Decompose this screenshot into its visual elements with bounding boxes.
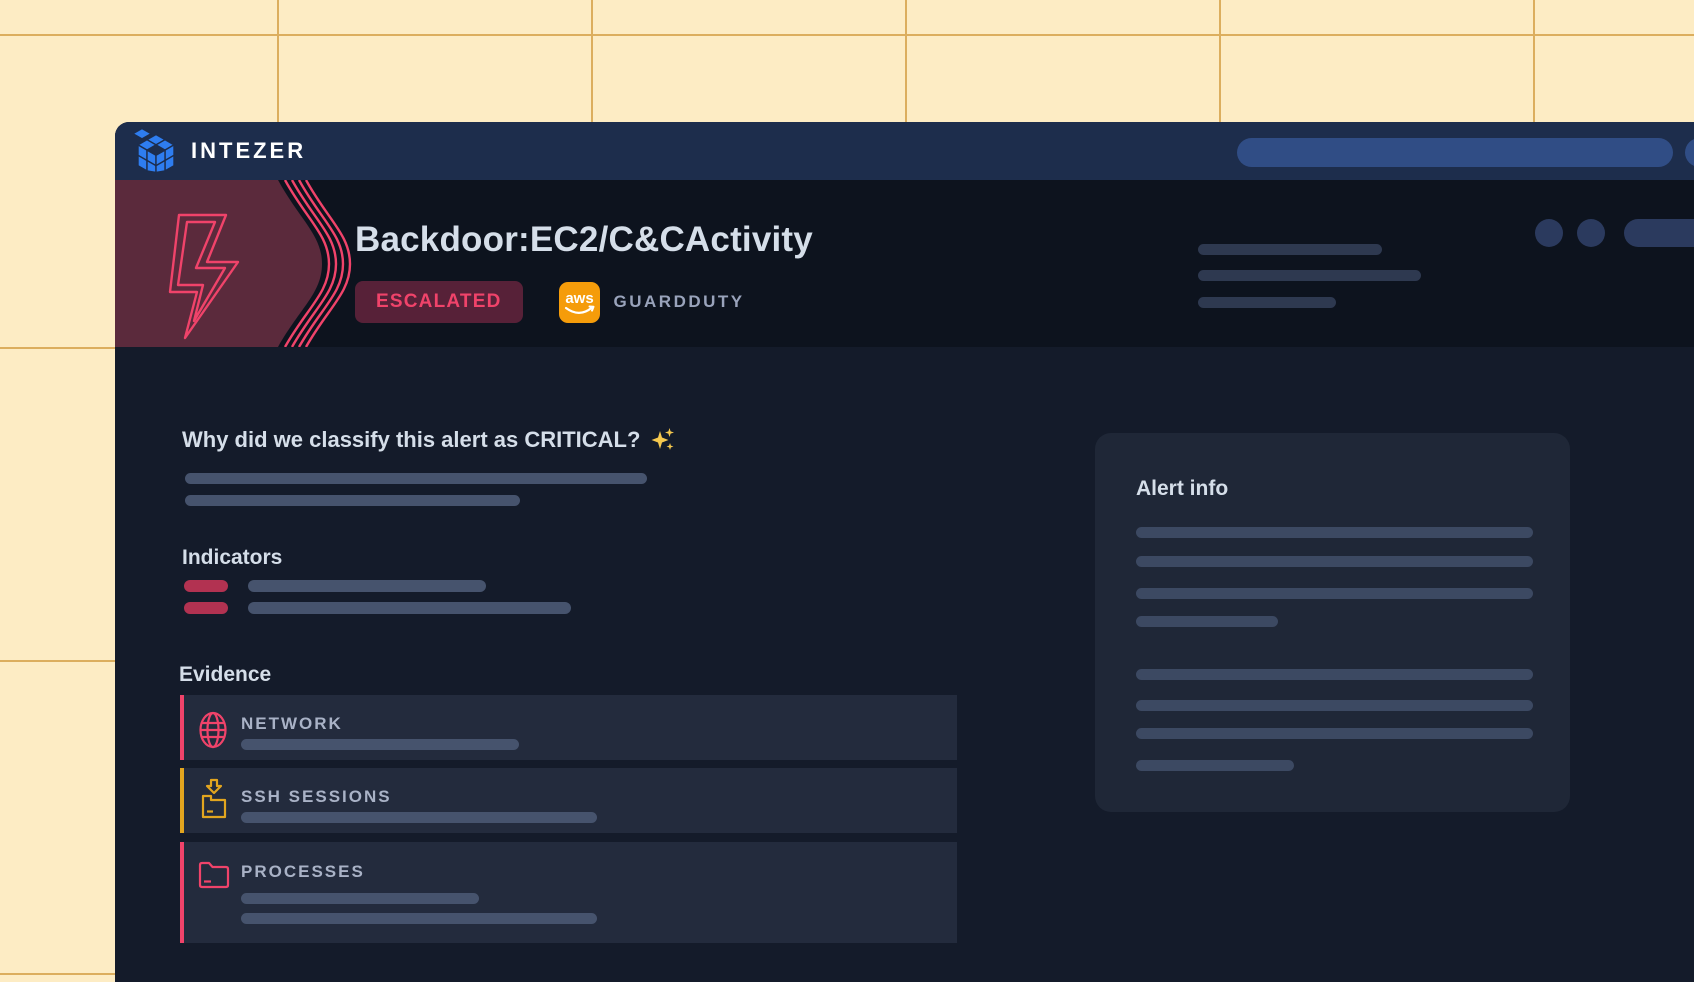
skeleton-bar bbox=[1198, 297, 1336, 308]
alert-header: Backdoor:EC2/C&CActivity ESCALATED aws G… bbox=[115, 180, 1694, 347]
indicator-severity-pill bbox=[184, 602, 228, 614]
skeleton-bar bbox=[1136, 669, 1533, 680]
skeleton-bar bbox=[1136, 527, 1533, 538]
evidence-row-processes[interactable]: PROCESSES bbox=[180, 842, 957, 943]
skeleton-bar bbox=[185, 495, 520, 506]
intezer-app-window: INTEZER Backdoor:EC2/C&CActivity bbox=[115, 122, 1694, 982]
skeleton-bar bbox=[241, 812, 597, 823]
nav-menu-placeholder[interactable] bbox=[1685, 138, 1694, 167]
alert-badges: ESCALATED aws GUARDDUTY bbox=[355, 281, 745, 323]
header-action-dot[interactable] bbox=[1577, 219, 1605, 247]
grid-line bbox=[0, 34, 1694, 36]
skeleton-bar bbox=[1136, 728, 1533, 739]
evidence-row-network[interactable]: NETWORK bbox=[180, 695, 957, 760]
skeleton-bar bbox=[248, 580, 486, 592]
skeleton-bar bbox=[1136, 700, 1533, 711]
download-tray-icon bbox=[198, 778, 230, 820]
skeleton-bar bbox=[241, 739, 519, 750]
top-navbar: INTEZER bbox=[115, 122, 1694, 180]
skeleton-bar bbox=[1136, 760, 1294, 771]
indicator-severity-pill bbox=[184, 580, 228, 592]
sparkles-icon bbox=[650, 427, 676, 453]
folder-icon bbox=[198, 858, 230, 890]
skeleton-bar bbox=[1136, 588, 1533, 599]
page: INTEZER Backdoor:EC2/C&CActivity bbox=[0, 0, 1694, 982]
status-badge: ESCALATED bbox=[355, 281, 523, 323]
intezer-cube-icon bbox=[133, 128, 179, 174]
brand-name: INTEZER bbox=[191, 138, 306, 164]
evidence-heading: Evidence bbox=[179, 663, 271, 687]
skeleton-bar bbox=[241, 893, 479, 904]
brand-logo[interactable]: INTEZER bbox=[133, 128, 306, 174]
globe-icon bbox=[198, 711, 228, 749]
skeleton-bar bbox=[1198, 270, 1421, 281]
header-action-dot[interactable] bbox=[1535, 219, 1563, 247]
evidence-label: PROCESSES bbox=[241, 862, 365, 882]
source-name: GUARDDUTY bbox=[614, 292, 745, 312]
lightning-bolt-illustration bbox=[115, 180, 355, 347]
skeleton-bar bbox=[241, 913, 597, 924]
alert-info-title: Alert info bbox=[1136, 477, 1228, 501]
nav-search-placeholder[interactable] bbox=[1237, 138, 1673, 167]
skeleton-bar bbox=[1198, 244, 1382, 255]
svg-text:aws: aws bbox=[565, 290, 593, 307]
evidence-label: NETWORK bbox=[241, 714, 343, 734]
skeleton-bar bbox=[1136, 616, 1278, 627]
alert-info-panel: Alert info bbox=[1095, 433, 1570, 812]
alert-title: Backdoor:EC2/C&CActivity bbox=[355, 220, 813, 260]
skeleton-bar bbox=[248, 602, 571, 614]
aws-logo-icon: aws bbox=[559, 282, 600, 323]
main-content: Why did we classify this alert as CRITIC… bbox=[115, 347, 1694, 982]
header-action-pill[interactable] bbox=[1624, 219, 1694, 247]
classification-question-heading: Why did we classify this alert as CRITIC… bbox=[182, 427, 676, 453]
skeleton-bar bbox=[1136, 556, 1533, 567]
evidence-row-ssh-sessions[interactable]: SSH SESSIONS bbox=[180, 768, 957, 833]
evidence-label: SSH SESSIONS bbox=[241, 787, 392, 807]
indicators-heading: Indicators bbox=[182, 546, 282, 570]
skeleton-bar bbox=[185, 473, 647, 484]
